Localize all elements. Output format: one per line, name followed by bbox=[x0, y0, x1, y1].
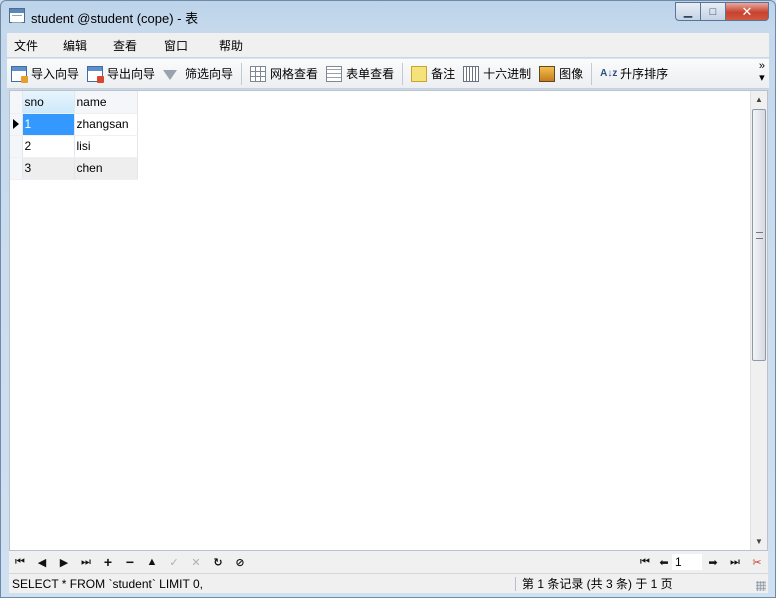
toolbar-separator bbox=[241, 62, 243, 85]
chevron-down-icon: ▾ bbox=[759, 72, 765, 84]
refresh-button[interactable]: ↻ bbox=[207, 556, 229, 569]
sort-asc-button[interactable]: A↓z 升序排序 bbox=[596, 63, 672, 85]
table-row[interactable]: 2 lisi bbox=[10, 135, 138, 158]
column-header-name[interactable]: name bbox=[74, 91, 138, 114]
data-grid-area: sno name 1 zhangsan 2 lisi 3 chen ▲ ▼ bbox=[9, 90, 768, 551]
cell-name[interactable]: lisi bbox=[74, 135, 138, 158]
image-icon bbox=[539, 65, 556, 82]
cell-sno[interactable]: 1 bbox=[22, 113, 75, 136]
first-page-button[interactable]: ⏮ bbox=[634, 556, 656, 569]
grid-view-label: 网格查看 bbox=[270, 67, 319, 81]
next-record-button[interactable]: ▶ bbox=[53, 556, 75, 569]
stop-button[interactable]: ⊘ bbox=[229, 556, 251, 569]
chevron-right-icon: » bbox=[758, 60, 765, 72]
sort-asc-label: 升序排序 bbox=[620, 67, 669, 81]
last-record-button[interactable]: ⏭ bbox=[75, 556, 97, 569]
add-record-button[interactable]: + bbox=[97, 554, 119, 570]
last-page-button[interactable]: ⏭ bbox=[724, 556, 746, 569]
cell-sno[interactable]: 2 bbox=[22, 135, 75, 158]
record-count-text: 第 1 条记录 (共 3 条) 于 1 页 bbox=[522, 577, 673, 591]
cell-sno[interactable]: 3 bbox=[22, 157, 75, 180]
apply-changes-button[interactable]: ✓ bbox=[163, 556, 185, 569]
main-window: student @student (cope) - 表 ▁ □ ✕ 文件 编辑 … bbox=[0, 0, 776, 598]
first-record-button[interactable]: ⏮ bbox=[9, 556, 31, 569]
form-view-label: 表单查看 bbox=[346, 67, 395, 81]
filter-wizard-button[interactable]: 筛选向导 bbox=[159, 63, 237, 85]
export-icon bbox=[87, 65, 105, 83]
header-row: sno name bbox=[10, 91, 138, 114]
row-indicator-header bbox=[10, 91, 23, 114]
toolbar-separator bbox=[402, 62, 404, 85]
row-indicator bbox=[10, 113, 23, 136]
form-view-button[interactable]: 表单查看 bbox=[322, 63, 398, 85]
form-icon bbox=[326, 65, 343, 82]
cell-name[interactable]: zhangsan bbox=[74, 113, 138, 136]
menu-file[interactable]: 文件 bbox=[7, 37, 56, 54]
grip-icon bbox=[756, 232, 763, 239]
filter-wizard-label: 筛选向导 bbox=[185, 67, 234, 81]
maximize-button[interactable]: □ bbox=[701, 2, 726, 21]
row-indicator bbox=[10, 135, 23, 158]
image-button[interactable]: 图像 bbox=[535, 63, 587, 85]
column-header-sno[interactable]: sno bbox=[22, 91, 75, 114]
hex-button[interactable]: 十六进制 bbox=[459, 63, 535, 85]
previous-record-button[interactable]: ◀ bbox=[31, 556, 53, 569]
current-row-arrow-icon bbox=[13, 119, 19, 129]
window-title: student @student (cope) - 表 bbox=[31, 11, 199, 26]
scrollbar-thumb[interactable] bbox=[752, 109, 766, 361]
delete-record-button[interactable]: − bbox=[119, 554, 141, 570]
tools-icon[interactable]: ✂ bbox=[746, 556, 768, 569]
toolbar-overflow-button[interactable]: » ▾ bbox=[759, 60, 765, 84]
resize-grip-icon[interactable] bbox=[756, 581, 766, 591]
import-icon bbox=[11, 65, 28, 83]
grid-view-button[interactable]: 网格查看 bbox=[246, 63, 322, 85]
discard-changes-button[interactable]: ✕ bbox=[185, 556, 207, 569]
import-wizard-button[interactable]: 导入向导 bbox=[7, 63, 83, 85]
window-controls: ▁ □ ✕ bbox=[675, 2, 769, 21]
memo-button[interactable]: 备注 bbox=[407, 63, 459, 85]
maximize-icon: □ bbox=[709, 5, 717, 18]
menu-edit[interactable]: 编辑 bbox=[56, 37, 106, 54]
minimize-icon: ▁ bbox=[683, 6, 693, 18]
hex-icon bbox=[463, 65, 480, 82]
vertical-scrollbar[interactable]: ▲ ▼ bbox=[750, 91, 767, 550]
next-page-button[interactable]: ➡ bbox=[702, 556, 724, 569]
menu-window[interactable]: 窗口 bbox=[157, 37, 212, 54]
table-row[interactable]: 3 chen bbox=[10, 157, 138, 180]
title-bar[interactable]: student @student (cope) - 表 ▁ □ ✕ bbox=[1, 1, 775, 31]
menu-help[interactable]: 帮助 bbox=[212, 37, 243, 54]
scroll-up-icon[interactable]: ▲ bbox=[751, 91, 767, 108]
close-icon: ✕ bbox=[741, 3, 753, 19]
edit-record-button[interactable]: ▲ bbox=[141, 556, 163, 568]
minimize-button[interactable]: ▁ bbox=[675, 2, 701, 21]
row-indicator bbox=[10, 157, 23, 180]
page-navigation: ⏮ ⬅ 1 ➡ ⏭ ✂ bbox=[634, 551, 768, 573]
table-icon bbox=[9, 8, 25, 23]
filter-icon bbox=[163, 69, 178, 80]
sql-status-text: SELECT * FROM `student` LIMIT 0, bbox=[9, 576, 516, 591]
close-button[interactable]: ✕ bbox=[726, 2, 769, 21]
page-number-input[interactable]: 1 bbox=[672, 554, 702, 570]
memo-label: 备注 bbox=[431, 67, 456, 81]
hex-label: 十六进制 bbox=[483, 67, 532, 81]
data-grid: sno name 1 zhangsan 2 lisi 3 chen bbox=[10, 91, 138, 180]
toolbar-separator bbox=[591, 62, 593, 85]
memo-icon bbox=[411, 65, 428, 82]
record-navigation-bar: ⏮ ◀ ▶ ⏭ + − ▲ ✓ ✕ ↻ ⊘ ⏮ ⬅ 1 ➡ ⏭ ✂ bbox=[9, 551, 768, 573]
previous-page-button[interactable]: ⬅ bbox=[656, 556, 672, 569]
status-bar: SELECT * FROM `student` LIMIT 0, 第 1 条记录… bbox=[9, 573, 768, 593]
sort-az-icon: A↓z bbox=[600, 67, 618, 79]
grid-icon bbox=[250, 65, 267, 82]
cell-name[interactable]: chen bbox=[74, 157, 138, 180]
menu-view[interactable]: 查看 bbox=[106, 37, 157, 54]
menu-bar: 文件 编辑 查看 窗口 帮助 bbox=[7, 33, 769, 57]
toolbar: 导入向导 导出向导 筛选向导 网格查看 表单查看 备注 十六进制 图像 A↓z … bbox=[7, 58, 769, 89]
image-label: 图像 bbox=[559, 67, 584, 81]
table-row[interactable]: 1 zhangsan bbox=[10, 113, 138, 136]
scroll-down-icon[interactable]: ▼ bbox=[751, 533, 767, 550]
export-wizard-label: 导出向导 bbox=[107, 67, 156, 81]
export-wizard-button[interactable]: 导出向导 bbox=[83, 63, 159, 85]
import-wizard-label: 导入向导 bbox=[31, 67, 80, 81]
